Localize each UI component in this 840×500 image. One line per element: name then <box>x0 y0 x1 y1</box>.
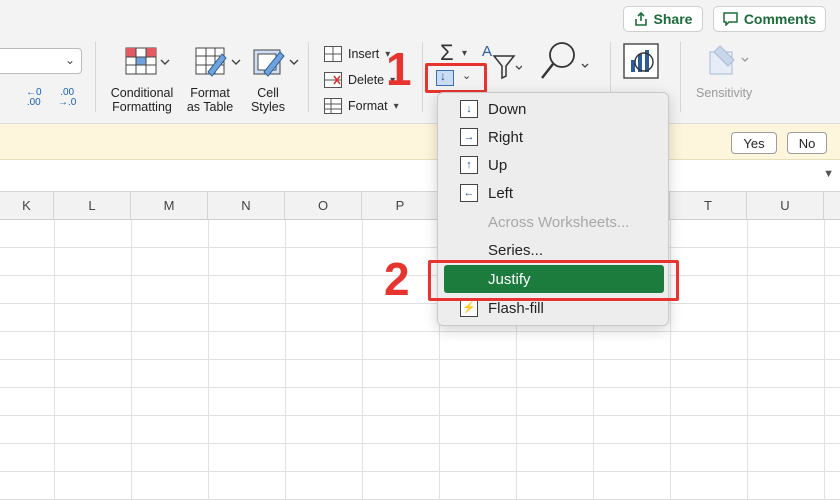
menu-item-label: Left <box>488 184 514 202</box>
comments-button[interactable]: Comments <box>713 6 826 32</box>
step-1-annotation: 1 <box>386 43 412 95</box>
cell-styles-icon <box>250 46 299 80</box>
format-as-table-button[interactable]: Format as Table <box>182 46 241 114</box>
fill-button[interactable]: ⌄ <box>425 63 487 93</box>
fill-menu-item-right[interactable]: → Right <box>444 123 664 151</box>
fill-up-icon: ↑ <box>460 156 478 174</box>
justify-highlight-box <box>428 260 679 301</box>
conditional-formatting-icon <box>124 46 170 80</box>
chevron-down-icon: ▾ <box>393 100 399 112</box>
share-icon <box>634 12 647 26</box>
increase-decimal-button[interactable]: ←0 .00 <box>26 88 42 108</box>
fill-down-icon <box>436 69 454 86</box>
format-as-table-icon <box>192 46 241 80</box>
fill-right-icon: → <box>460 128 478 146</box>
column-header-m[interactable]: M <box>131 192 208 220</box>
title-bar: Share Comments <box>0 0 840 38</box>
decrease-decimal-button[interactable]: .00 →.0 <box>58 88 76 108</box>
fill-menu-item-across-worksheets: Across Worksheets... <box>444 208 664 236</box>
formula-bar[interactable]: ▼ <box>0 160 840 192</box>
delete-cells-icon <box>324 72 342 88</box>
share-label: Share <box>653 11 693 27</box>
column-header-p[interactable]: P <box>362 192 439 220</box>
chevron-down-icon[interactable]: ▼ <box>823 168 834 180</box>
no-label: No <box>798 135 816 151</box>
ribbon: ⌄ ←0 .00 .00 →.0 Conditional Formatting <box>0 38 840 124</box>
column-headers: K L M N O P Q R S T U <box>0 192 840 220</box>
menu-item-label: Up <box>488 156 508 174</box>
ribbon-divider <box>308 42 309 112</box>
menu-item-label: Flash-fill <box>488 299 544 317</box>
comments-label: Comments <box>743 11 817 27</box>
chevron-down-icon: ⌄ <box>462 70 472 82</box>
no-button[interactable]: No <box>787 132 827 154</box>
share-button[interactable]: Share <box>623 6 703 32</box>
chevron-down-icon: ⌄ <box>64 53 75 67</box>
yes-label: Yes <box>743 135 765 151</box>
format-as-table-label: Format as Table <box>186 86 234 114</box>
menu-item-label: Across Worksheets... <box>488 213 630 231</box>
comment-icon <box>723 12 738 26</box>
step-2-annotation: 2 <box>384 253 410 305</box>
fill-menu-item-down[interactable]: ↓ Down <box>444 95 664 123</box>
fill-menu-item-up[interactable]: ↑ Up <box>444 151 664 179</box>
ribbon-divider <box>95 42 96 112</box>
column-header-n[interactable]: N <box>208 192 285 220</box>
format-label: Format <box>348 99 388 113</box>
column-header-l[interactable]: L <box>54 192 131 220</box>
column-header-k[interactable]: K <box>0 192 54 220</box>
column-header-t[interactable]: T <box>670 192 747 220</box>
flash-fill-icon: ⚡ <box>460 299 478 317</box>
chevron-down-icon: ▾ <box>462 48 468 59</box>
fill-left-icon: ← <box>460 184 478 202</box>
ribbon-divider <box>422 42 423 112</box>
svg-text:A: A <box>482 43 492 60</box>
sensitivity-icon[interactable] <box>706 44 752 83</box>
sensitivity-label: Sensitivity <box>696 86 753 100</box>
ribbon-divider <box>680 42 681 112</box>
notification-bar: Yes No <box>0 124 840 160</box>
cell-styles-button[interactable]: Cell Styles <box>242 46 299 114</box>
yes-button[interactable]: Yes <box>731 132 777 154</box>
number-format-select[interactable]: ⌄ <box>0 48 82 74</box>
decrease-decimal-icon: .00 →.0 <box>58 87 77 108</box>
conditional-formatting-button[interactable]: Conditional Formatting <box>106 46 178 114</box>
fill-down-icon: ↓ <box>460 100 478 118</box>
cell-styles-label: Cell Styles <box>250 86 286 114</box>
format-cells-button[interactable]: Format ▾ <box>324 96 399 116</box>
format-cells-icon <box>324 98 342 114</box>
insert-cells-button[interactable]: Insert ▾ <box>324 44 390 64</box>
menu-item-label: Right <box>488 128 524 146</box>
delete-label: Delete <box>348 73 385 87</box>
conditional-formatting-label: Conditional Formatting <box>110 86 174 114</box>
insert-label: Insert <box>348 47 380 61</box>
analyze-data-icon[interactable] <box>622 42 662 87</box>
column-header-o[interactable]: O <box>285 192 362 220</box>
insert-cells-icon <box>324 46 342 62</box>
worksheet-grid[interactable] <box>0 220 840 500</box>
delete-cells-button[interactable]: Delete ▾ <box>324 70 395 90</box>
find-select-icon[interactable] <box>538 40 592 89</box>
increase-decimal-icon: ←0 .00 <box>26 87 42 108</box>
menu-item-label: Series... <box>488 241 544 259</box>
menu-item-label: Down <box>488 100 527 118</box>
column-header-u[interactable]: U <box>747 192 824 220</box>
fill-menu-item-left[interactable]: ← Left <box>444 179 664 207</box>
